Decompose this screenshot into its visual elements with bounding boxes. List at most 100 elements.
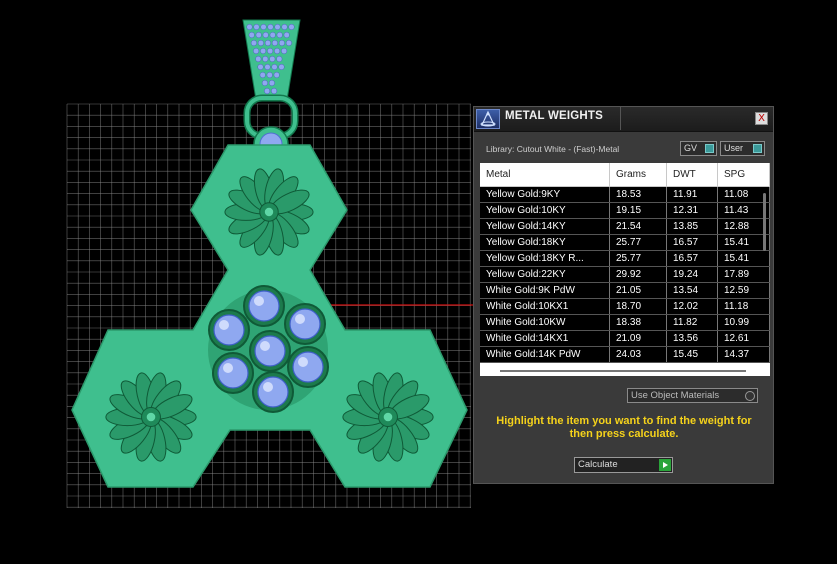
dwt-cell: 13.85 — [666, 218, 718, 235]
gv-toggle-label: GV — [684, 143, 698, 153]
table-row[interactable]: White Gold:10KX1 18.70 12.02 11.18 — [480, 298, 770, 315]
flower-dot — [383, 412, 393, 422]
pendant-model[interactable] — [71, 19, 468, 488]
metal-cell: Yellow Gold:18KY R... — [480, 250, 610, 267]
flower-dot — [146, 412, 156, 422]
grams-cell: 21.05 — [609, 282, 667, 299]
grams-cell: 18.70 — [609, 298, 667, 315]
table-row[interactable]: White Gold:14KX1 21.09 13.56 12.61 — [480, 330, 770, 347]
grams-cell: 18.53 — [609, 186, 667, 203]
dwt-cell: 15.45 — [666, 346, 718, 363]
dwt-cell: 13.56 — [666, 330, 718, 347]
gv-toggle[interactable]: GV — [680, 141, 717, 156]
metal-cell: Yellow Gold:10KY — [480, 202, 610, 219]
bail-gem — [288, 23, 295, 31]
column-header-dwt[interactable]: DWT — [666, 163, 718, 187]
horizontal-scrollbar[interactable] — [484, 366, 754, 376]
bail-gem — [253, 47, 260, 55]
bail-gem — [267, 47, 274, 55]
dwt-cell: 12.02 — [666, 298, 718, 315]
grams-cell: 29.92 — [609, 266, 667, 283]
user-toggle-switch-icon[interactable] — [753, 144, 762, 153]
metal-cell: White Gold:9K PdW — [480, 282, 610, 299]
gem-highlight — [298, 357, 308, 367]
bail-gem — [276, 55, 283, 63]
metal-weights-panel: METAL WEIGHTS X Library: Cutout White - … — [473, 106, 774, 484]
dwt-cell: 19.24 — [666, 266, 718, 283]
metal-cell: Yellow Gold:14KY — [480, 218, 610, 235]
use-object-materials-switch-icon[interactable] — [745, 391, 755, 401]
metal-weights-logo-icon — [476, 109, 500, 129]
close-icon[interactable]: X — [755, 112, 768, 125]
gem-highlight — [295, 314, 305, 324]
grams-cell: 25.77 — [609, 234, 667, 251]
gv-toggle-switch-icon[interactable] — [705, 144, 714, 153]
round-gem — [213, 314, 245, 346]
round-gem — [257, 376, 289, 408]
bail-gem — [283, 31, 290, 39]
user-toggle-label: User — [724, 143, 744, 153]
table-body: Yellow Gold:9KY 18.53 11.91 11.08 Yellow Gol… — [480, 186, 770, 363]
bail-gem — [278, 63, 285, 71]
panel-title-bar[interactable]: METAL WEIGHTS X — [474, 107, 773, 132]
bail-gem — [255, 55, 262, 63]
vertical-scrollbar[interactable] — [761, 185, 768, 371]
vertical-scroll-thumb[interactable] — [763, 193, 766, 251]
bail-gem — [253, 23, 260, 31]
bail-gem — [269, 55, 276, 63]
bail-gem — [269, 31, 276, 39]
grams-cell: 21.54 — [609, 218, 667, 235]
table-row[interactable]: White Gold:10KW 18.38 11.82 10.99 — [480, 314, 770, 331]
table-row[interactable]: Yellow Gold:18KY 25.77 16.57 15.41 — [480, 234, 770, 251]
table-row[interactable]: Yellow Gold:22KY 29.92 19.24 17.89 — [480, 266, 770, 283]
round-gem — [217, 357, 249, 389]
dwt-cell: 12.31 — [666, 202, 718, 219]
table-row[interactable]: White Gold:9K PdW 21.05 13.54 12.59 — [480, 282, 770, 299]
bail-gem — [264, 63, 271, 71]
bail-gem — [278, 39, 285, 47]
metal-weights-table-container[interactable]: Metal Grams DWT SPG Yellow Gold:9KY 18.53… — [480, 163, 770, 376]
column-header-metal[interactable]: Metal — [480, 163, 610, 187]
dwt-cell: 11.91 — [666, 186, 718, 203]
use-object-materials-label: Use Object Materials — [631, 390, 720, 401]
bail-gem — [274, 47, 281, 55]
grams-cell: 18.38 — [609, 314, 667, 331]
table-row[interactable]: Yellow Gold:9KY 18.53 11.91 11.08 — [480, 186, 770, 203]
bail-gem — [262, 55, 269, 63]
use-object-materials-toggle[interactable]: Use Object Materials — [627, 388, 758, 403]
bail-gem — [268, 79, 275, 87]
table-row[interactable]: Yellow Gold:18KY R... 25.77 16.57 15.41 — [480, 250, 770, 267]
flower-dot — [264, 207, 274, 217]
metal-cell: White Gold:10KX1 — [480, 298, 610, 315]
bail-gem — [271, 87, 278, 95]
round-gem — [254, 335, 286, 367]
user-toggle[interactable]: User — [720, 141, 765, 156]
grams-cell: 24.03 — [609, 346, 667, 363]
bail-gem — [261, 79, 268, 87]
bail-gem — [264, 87, 271, 95]
table-header-row: Metal Grams DWT SPG — [480, 163, 770, 187]
bail-gem — [266, 71, 273, 79]
bail-gem — [250, 39, 257, 47]
bail-gem — [257, 63, 264, 71]
column-header-spg[interactable]: SPG — [717, 163, 770, 187]
horizontal-scroll-thumb[interactable] — [500, 370, 746, 372]
calculate-button[interactable]: Calculate — [574, 457, 673, 473]
bail-gem — [260, 23, 267, 31]
grams-cell: 21.09 — [609, 330, 667, 347]
metal-cell: Yellow Gold:9KY — [480, 186, 610, 203]
calculate-button-label: Calculate — [578, 459, 618, 470]
dwt-cell: 13.54 — [666, 282, 718, 299]
bail-gem — [276, 31, 283, 39]
bail-gem — [285, 39, 292, 47]
metal-cell: White Gold:10KW — [480, 314, 610, 331]
table-row[interactable]: Yellow Gold:10KY 19.15 12.31 11.43 — [480, 202, 770, 219]
gem-highlight — [223, 363, 233, 373]
bail-gem — [259, 71, 266, 79]
table-row[interactable]: White Gold:14K PdW 24.03 15.45 14.37 — [480, 346, 770, 363]
bail-gem — [246, 23, 253, 31]
gem-highlight — [219, 320, 229, 330]
table-row[interactable]: Yellow Gold:14KY 21.54 13.85 12.88 — [480, 218, 770, 235]
column-header-grams[interactable]: Grams — [609, 163, 667, 187]
bail-gem — [281, 23, 288, 31]
